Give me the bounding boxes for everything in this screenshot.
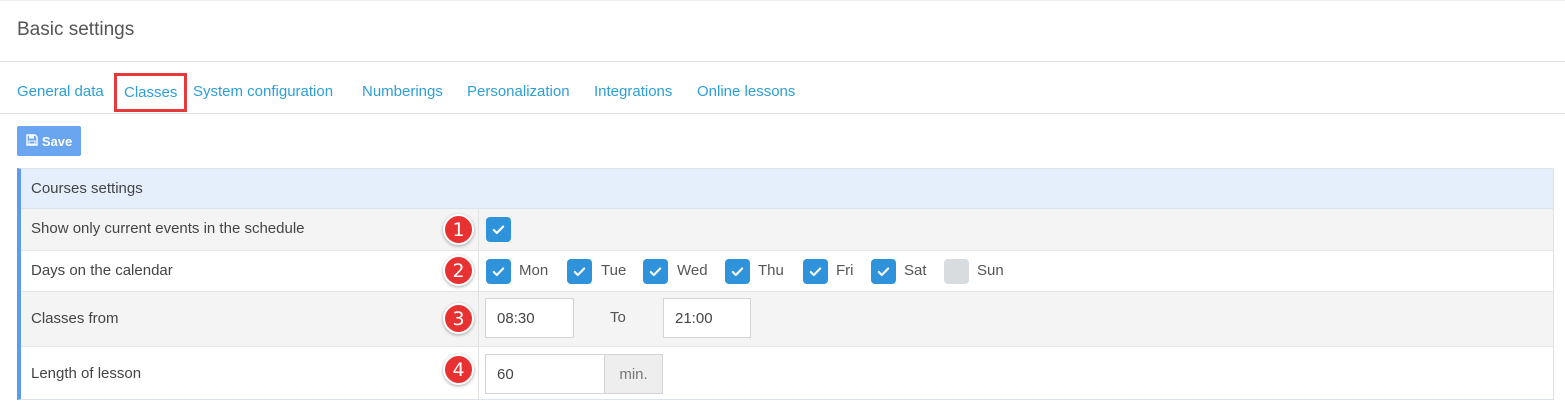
row-label: Length of lesson — [31, 365, 142, 382]
tab-system-configuration[interactable]: System configuration — [193, 83, 333, 100]
row-label: Show only current events in the schedule — [31, 220, 305, 237]
row-label: Days on the calendar — [31, 262, 173, 279]
day-label: Sat — [904, 262, 927, 279]
day-label: Fri — [836, 262, 854, 279]
row-label: Classes from — [31, 310, 119, 327]
column-divider — [478, 209, 479, 250]
day-label: Thu — [758, 262, 784, 279]
day-checkbox-fri[interactable] — [803, 259, 828, 284]
settings-row-current-events: Show only current events in the schedule… — [21, 209, 1553, 251]
page-header: Basic settings — [0, 0, 1565, 62]
check-icon — [809, 267, 822, 276]
tab-numberings[interactable]: Numberings — [362, 83, 443, 100]
tab-general-data[interactable]: General data — [17, 83, 104, 100]
tab-classes[interactable]: Classes — [114, 73, 188, 112]
step-badge: 1 — [443, 214, 474, 245]
column-divider — [478, 292, 479, 346]
step-badge: 4 — [443, 354, 474, 385]
day-checkbox-thu[interactable] — [725, 259, 750, 284]
tab-online-lessons[interactable]: Online lessons — [697, 83, 795, 100]
day-label: Mon — [519, 262, 549, 279]
settings-row-classes-from: Classes from 3 08:30 To 21:00 — [21, 292, 1553, 347]
day-checkbox-sat[interactable] — [871, 259, 896, 284]
panel-header: Courses settings — [21, 169, 1553, 209]
check-icon — [731, 267, 744, 276]
tab-integrations[interactable]: Integrations — [594, 83, 672, 100]
to-label: To — [610, 309, 626, 326]
tab-personalization[interactable]: Personalization — [467, 83, 570, 100]
settings-row-lesson-length: Length of lesson 4 60 min. — [21, 347, 1553, 400]
show-current-events-checkbox[interactable] — [486, 217, 511, 242]
check-icon — [492, 225, 505, 234]
day-label: Sun — [977, 262, 1004, 279]
day-checkbox-mon[interactable] — [486, 259, 511, 284]
panel-title: Courses settings — [31, 180, 143, 197]
check-icon — [573, 267, 586, 276]
day-label: Wed — [677, 262, 708, 279]
day-checkbox-tue[interactable] — [567, 259, 592, 284]
classes-to-input[interactable]: 21:00 — [663, 298, 751, 338]
day-checkbox-sun[interactable] — [944, 259, 969, 284]
column-divider — [478, 251, 479, 291]
save-button-label: Save — [41, 133, 73, 149]
classes-from-input[interactable]: 08:30 — [485, 298, 574, 338]
minutes-unit-addon: min. — [604, 354, 663, 394]
courses-settings-panel: Courses settings Show only current event… — [17, 168, 1554, 400]
lesson-length-input[interactable]: 60 — [485, 354, 605, 394]
save-button[interactable]: Save — [17, 126, 81, 156]
check-icon — [492, 267, 505, 276]
step-badge: 3 — [443, 303, 474, 334]
column-divider — [478, 347, 479, 400]
tab-bar: General data Classes System configuratio… — [0, 73, 1565, 114]
step-badge: 2 — [443, 255, 474, 286]
day-checkbox-wed[interactable] — [643, 259, 668, 284]
check-icon — [877, 267, 890, 276]
floppy-disk-icon — [26, 133, 38, 149]
settings-row-calendar-days: Days on the calendar 2 Mon Tue Wed Thu F… — [21, 251, 1553, 292]
page-title: Basic settings — [17, 19, 135, 40]
check-icon — [649, 267, 662, 276]
day-label: Tue — [601, 262, 627, 279]
